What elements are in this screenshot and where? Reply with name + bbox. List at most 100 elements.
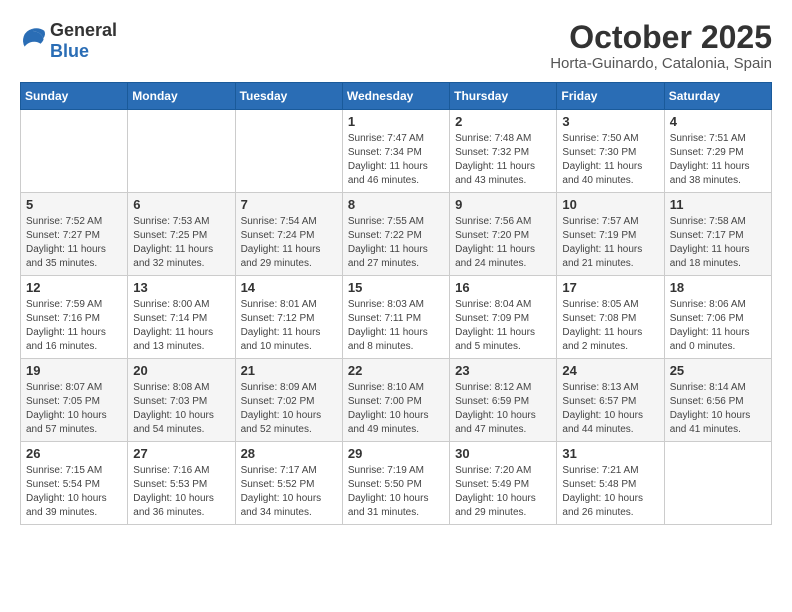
day-number: 31 xyxy=(562,446,658,461)
day-number: 25 xyxy=(670,363,766,378)
weekday-header-tuesday: Tuesday xyxy=(235,83,342,110)
day-cell: 8 Sunrise: 7:55 AM Sunset: 7:22 PM Daylig… xyxy=(342,193,449,276)
day-info: Sunrise: 7:59 AM Sunset: 7:16 PM Dayligh… xyxy=(26,298,122,354)
day-cell: 17Sunrise: 8:05 AM Sunset: 7:08 PM Dayli… xyxy=(557,276,664,359)
weekday-header-saturday: Saturday xyxy=(664,83,771,110)
day-number: 2 xyxy=(455,114,551,129)
week-row-4: 19 Sunrise: 8:07 AM Sunset: 7:05 PM Dayli… xyxy=(21,359,772,442)
day-number: 18 xyxy=(670,280,766,295)
title-area: October 2025 Horta-Guinardo, Catalonia, … xyxy=(550,20,772,72)
day-number: 12 xyxy=(26,280,122,295)
day-info: Sunrise: 8:04 AM Sunset: 7:09 PM Dayligh… xyxy=(455,298,551,354)
day-cell: 24 Sunrise: 8:13 AM Sunset: 6:57 PM Dayli… xyxy=(557,359,664,442)
day-info: Sunrise: 7:17 AM Sunset: 5:52 PM Dayligh… xyxy=(241,464,337,520)
day-number: 29 xyxy=(348,446,444,461)
day-cell: 21 Sunrise: 8:09 AM Sunset: 7:02 PM Dayli… xyxy=(235,359,342,442)
week-row-1: 1 Sunrise: 7:47 AM Sunset: 7:34 PM Daylig… xyxy=(21,110,772,193)
day-info: Sunrise: 8:13 AM Sunset: 6:57 PM Dayligh… xyxy=(562,381,658,437)
day-info: Sunrise: 8:05 AM Sunset: 7:08 PM Dayligh… xyxy=(562,298,658,354)
day-number: 15 xyxy=(348,280,444,295)
day-cell xyxy=(128,110,235,193)
logo: General Blue xyxy=(20,20,117,62)
day-info: Sunrise: 7:50 AM Sunset: 7:30 PM Dayligh… xyxy=(562,132,658,188)
day-number: 6 xyxy=(133,197,229,212)
day-cell: 4Sunrise: 7:51 AM Sunset: 7:29 PM Daylig… xyxy=(664,110,771,193)
day-number: 27 xyxy=(133,446,229,461)
day-cell: 2 Sunrise: 7:48 AM Sunset: 7:32 PM Daylig… xyxy=(450,110,557,193)
day-cell: 30 Sunrise: 7:20 AM Sunset: 5:49 PM Dayli… xyxy=(450,442,557,525)
day-info: Sunrise: 7:57 AM Sunset: 7:19 PM Dayligh… xyxy=(562,215,658,271)
day-info: Sunrise: 8:08 AM Sunset: 7:03 PM Dayligh… xyxy=(133,381,229,437)
day-number: 19 xyxy=(26,363,122,378)
day-info: Sunrise: 7:53 AM Sunset: 7:25 PM Dayligh… xyxy=(133,215,229,271)
day-info: Sunrise: 8:01 AM Sunset: 7:12 PM Dayligh… xyxy=(241,298,337,354)
day-info: Sunrise: 7:15 AM Sunset: 5:54 PM Dayligh… xyxy=(26,464,122,520)
weekday-header-wednesday: Wednesday xyxy=(342,83,449,110)
day-cell: 29 Sunrise: 7:19 AM Sunset: 5:50 PM Dayli… xyxy=(342,442,449,525)
weekday-header-sunday: Sunday xyxy=(21,83,128,110)
day-cell: 6 Sunrise: 7:53 AM Sunset: 7:25 PM Daylig… xyxy=(128,193,235,276)
day-number: 20 xyxy=(133,363,229,378)
day-cell: 5Sunrise: 7:52 AM Sunset: 7:27 PM Daylig… xyxy=(21,193,128,276)
day-info: Sunrise: 7:52 AM Sunset: 7:27 PM Dayligh… xyxy=(26,215,122,271)
day-number: 10 xyxy=(562,197,658,212)
day-cell: 26 Sunrise: 7:15 AM Sunset: 5:54 PM Dayli… xyxy=(21,442,128,525)
logo-icon xyxy=(20,27,48,55)
day-number: 3 xyxy=(562,114,658,129)
day-info: Sunrise: 7:16 AM Sunset: 5:53 PM Dayligh… xyxy=(133,464,229,520)
day-number: 9 xyxy=(455,197,551,212)
day-info: Sunrise: 8:03 AM Sunset: 7:11 PM Dayligh… xyxy=(348,298,444,354)
week-row-5: 26 Sunrise: 7:15 AM Sunset: 5:54 PM Dayli… xyxy=(21,442,772,525)
day-info: Sunrise: 7:56 AM Sunset: 7:20 PM Dayligh… xyxy=(455,215,551,271)
day-cell: 14 Sunrise: 8:01 AM Sunset: 7:12 PM Dayli… xyxy=(235,276,342,359)
day-number: 8 xyxy=(348,197,444,212)
weekday-header-row: SundayMondayTuesdayWednesdayThursdayFrid… xyxy=(21,83,772,110)
weekday-header-thursday: Thursday xyxy=(450,83,557,110)
day-number: 16 xyxy=(455,280,551,295)
day-cell xyxy=(21,110,128,193)
day-number: 1 xyxy=(348,114,444,129)
day-cell: 19 Sunrise: 8:07 AM Sunset: 7:05 PM Dayli… xyxy=(21,359,128,442)
logo-text: General Blue xyxy=(50,20,117,62)
week-row-3: 12 Sunrise: 7:59 AM Sunset: 7:16 PM Dayli… xyxy=(21,276,772,359)
day-info: Sunrise: 7:55 AM Sunset: 7:22 PM Dayligh… xyxy=(348,215,444,271)
day-info: Sunrise: 7:54 AM Sunset: 7:24 PM Dayligh… xyxy=(241,215,337,271)
day-number: 23 xyxy=(455,363,551,378)
header: General Blue October 2025 Horta-Guinardo… xyxy=(20,20,772,72)
day-info: Sunrise: 7:48 AM Sunset: 7:32 PM Dayligh… xyxy=(455,132,551,188)
week-row-2: 5Sunrise: 7:52 AM Sunset: 7:27 PM Daylig… xyxy=(21,193,772,276)
day-number: 22 xyxy=(348,363,444,378)
day-number: 26 xyxy=(26,446,122,461)
day-number: 21 xyxy=(241,363,337,378)
weekday-header-friday: Friday xyxy=(557,83,664,110)
day-cell: 3 Sunrise: 7:50 AM Sunset: 7:30 PM Daylig… xyxy=(557,110,664,193)
day-number: 11 xyxy=(670,197,766,212)
day-info: Sunrise: 7:51 AM Sunset: 7:29 PM Dayligh… xyxy=(670,132,766,188)
day-cell: 31 Sunrise: 7:21 AM Sunset: 5:48 PM Dayli… xyxy=(557,442,664,525)
day-cell: 23 Sunrise: 8:12 AM Sunset: 6:59 PM Dayli… xyxy=(450,359,557,442)
location-title: Horta-Guinardo, Catalonia, Spain xyxy=(550,55,772,72)
day-info: Sunrise: 8:00 AM Sunset: 7:14 PM Dayligh… xyxy=(133,298,229,354)
day-number: 28 xyxy=(241,446,337,461)
day-cell: 27 Sunrise: 7:16 AM Sunset: 5:53 PM Dayli… xyxy=(128,442,235,525)
day-cell xyxy=(235,110,342,193)
day-number: 14 xyxy=(241,280,337,295)
day-cell: 13 Sunrise: 8:00 AM Sunset: 7:14 PM Dayli… xyxy=(128,276,235,359)
day-cell: 15 Sunrise: 8:03 AM Sunset: 7:11 PM Dayli… xyxy=(342,276,449,359)
day-info: Sunrise: 8:09 AM Sunset: 7:02 PM Dayligh… xyxy=(241,381,337,437)
day-cell: 25Sunrise: 8:14 AM Sunset: 6:56 PM Dayli… xyxy=(664,359,771,442)
day-info: Sunrise: 7:21 AM Sunset: 5:48 PM Dayligh… xyxy=(562,464,658,520)
day-info: Sunrise: 8:10 AM Sunset: 7:00 PM Dayligh… xyxy=(348,381,444,437)
day-info: Sunrise: 8:12 AM Sunset: 6:59 PM Dayligh… xyxy=(455,381,551,437)
day-number: 30 xyxy=(455,446,551,461)
day-number: 24 xyxy=(562,363,658,378)
month-title: October 2025 xyxy=(550,20,772,55)
day-cell: 20 Sunrise: 8:08 AM Sunset: 7:03 PM Dayli… xyxy=(128,359,235,442)
day-info: Sunrise: 8:07 AM Sunset: 7:05 PM Dayligh… xyxy=(26,381,122,437)
day-info: Sunrise: 7:58 AM Sunset: 7:17 PM Dayligh… xyxy=(670,215,766,271)
day-number: 13 xyxy=(133,280,229,295)
day-cell: 9 Sunrise: 7:56 AM Sunset: 7:20 PM Daylig… xyxy=(450,193,557,276)
day-info: Sunrise: 7:19 AM Sunset: 5:50 PM Dayligh… xyxy=(348,464,444,520)
day-info: Sunrise: 7:20 AM Sunset: 5:49 PM Dayligh… xyxy=(455,464,551,520)
day-info: Sunrise: 7:47 AM Sunset: 7:34 PM Dayligh… xyxy=(348,132,444,188)
